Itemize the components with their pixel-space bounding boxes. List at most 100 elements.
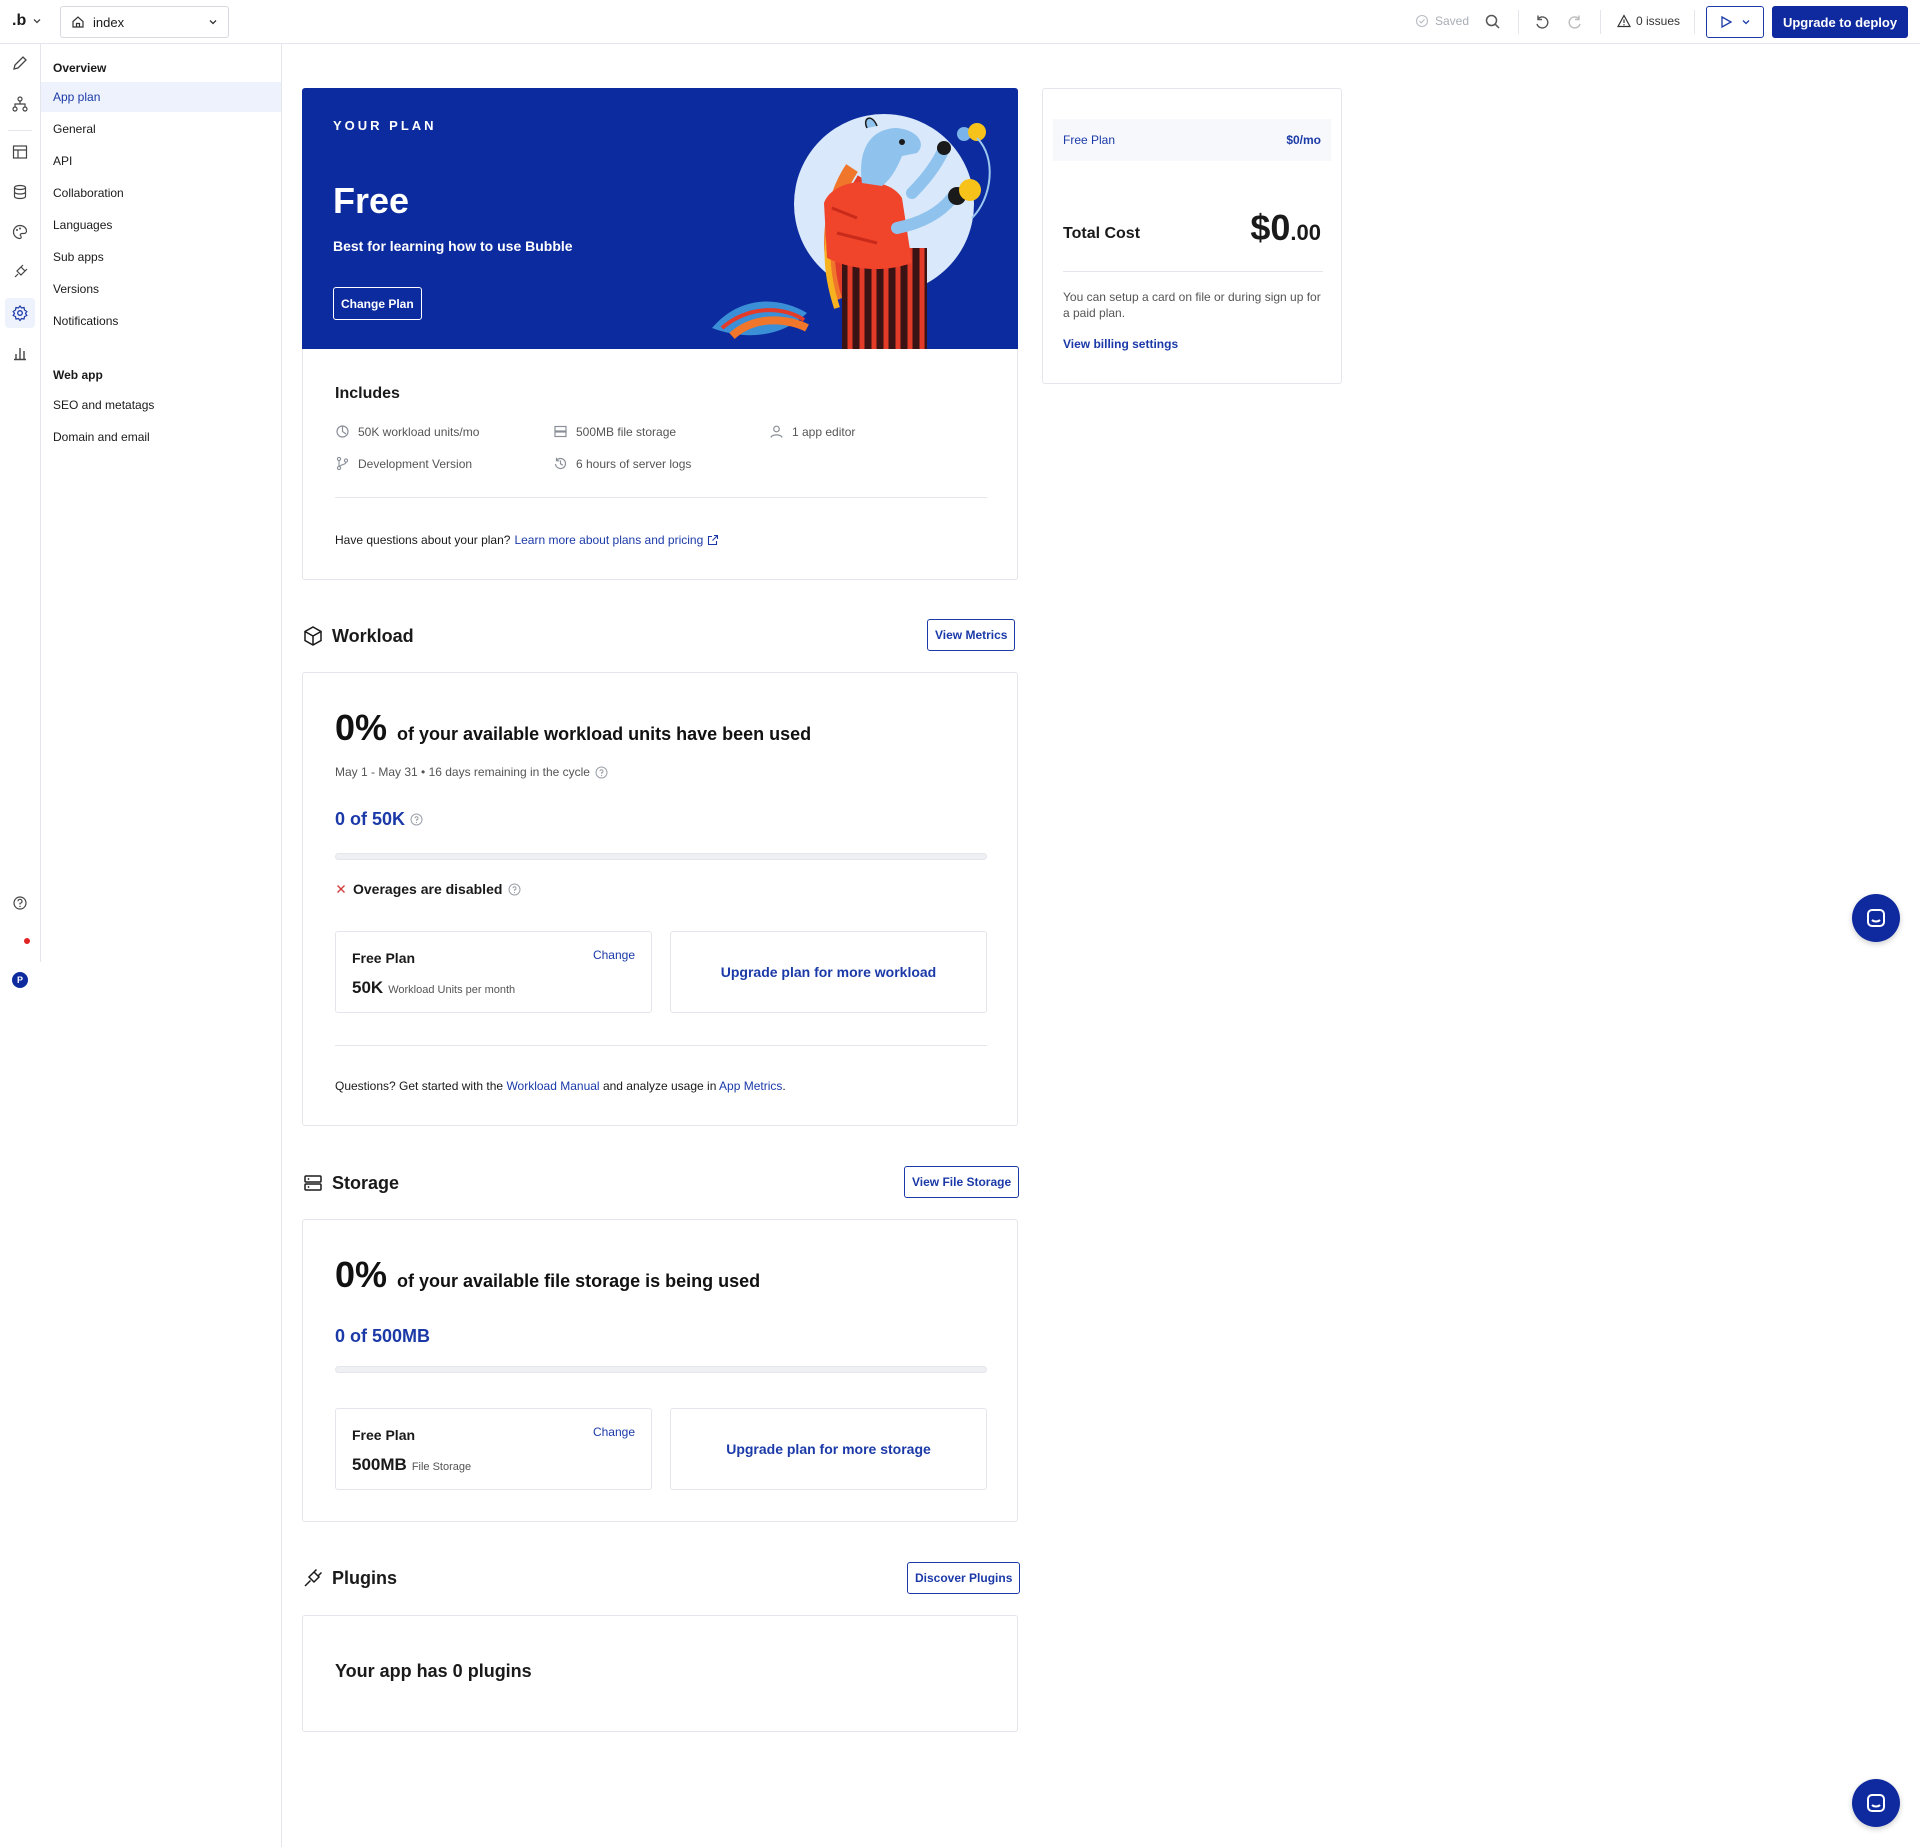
top-bar: .b index Saved 0 issues Upgrade to deplo… xyxy=(0,0,1920,44)
help-icon[interactable] xyxy=(595,766,608,779)
billing-note: You can setup a card on file or during s… xyxy=(1063,290,1321,320)
help-icon[interactable] xyxy=(508,883,521,896)
plugins-icon[interactable] xyxy=(11,263,29,281)
settings-icon[interactable] xyxy=(11,304,29,322)
sidebar-item-general[interactable]: General xyxy=(41,114,281,144)
plan-box-title: Free Plan xyxy=(352,1427,416,1443)
undo-icon[interactable] xyxy=(1533,13,1551,31)
settings-sidebar: Overview App plan General API Collaborat… xyxy=(41,44,282,1847)
plan-question-text: Have questions about your plan? xyxy=(335,533,511,547)
help-icon[interactable] xyxy=(11,894,29,912)
app-metrics-link[interactable]: App Metrics xyxy=(719,1079,782,1093)
workload-section-header: Workload xyxy=(302,625,414,647)
cube-icon xyxy=(304,626,322,646)
workload-title: Workload xyxy=(332,625,414,646)
sidebar-item-versions[interactable]: Versions xyxy=(41,274,281,304)
workload-progress-bar xyxy=(335,853,987,860)
view-billing-settings-link[interactable]: View billing settings xyxy=(1063,337,1178,351)
avatar[interactable]: P xyxy=(12,972,28,988)
redo-icon[interactable] xyxy=(1566,13,1584,31)
plans-pricing-link[interactable]: Learn more about plans and pricing xyxy=(514,533,703,547)
plan-box-title: Free Plan xyxy=(352,950,416,966)
workload-icon xyxy=(336,425,349,438)
workload-percent: 0% xyxy=(335,707,388,748)
page-selector-value: index xyxy=(93,14,125,30)
sidebar-item-api[interactable]: API xyxy=(41,146,281,176)
discover-plugins-button[interactable]: Discover Plugins xyxy=(907,1562,1021,1594)
summary-line-price: $0/mo xyxy=(1286,133,1321,147)
play-icon xyxy=(1721,15,1733,29)
workload-percent-text: of your available workload units have be… xyxy=(397,724,812,744)
storage-section-header: Storage xyxy=(302,1172,399,1194)
chat-launcher[interactable] xyxy=(1852,894,1900,942)
workload-manual-link[interactable]: Workload Manual xyxy=(506,1079,599,1093)
toolbar-divider xyxy=(1694,10,1695,34)
change-storage-link[interactable]: Change xyxy=(593,1425,635,1439)
plan-box-unit: Workload Units per month xyxy=(388,984,516,996)
user-icon xyxy=(770,425,783,438)
chat-icon xyxy=(1867,909,1885,927)
sidebar-item-languages[interactable]: Languages xyxy=(41,210,281,240)
sidebar-item-app-plan[interactable]: App plan xyxy=(41,82,281,112)
warning-icon xyxy=(1617,14,1631,28)
total-cost-value: $0 .00 xyxy=(1250,207,1321,249)
search-icon[interactable] xyxy=(1484,13,1502,31)
sidebar-item-sub-apps[interactable]: Sub apps xyxy=(41,242,281,272)
external-link-icon[interactable] xyxy=(707,534,719,546)
include-item: 6 hours of server logs xyxy=(553,456,691,471)
logs-icon[interactable] xyxy=(11,344,29,362)
workload-usage-headline: 0% of your available workload units have… xyxy=(335,707,811,749)
overage-text: Overages are disabled xyxy=(353,881,503,897)
workflow-icon[interactable] xyxy=(11,95,29,113)
help-icon[interactable] xyxy=(410,813,423,826)
storage-plan-box: Free Plan Change 500MB File Storage xyxy=(335,1408,652,1490)
include-text: 50K workload units/mo xyxy=(358,424,480,439)
app-logo-menu[interactable]: .b xyxy=(12,12,42,30)
change-workload-link[interactable]: Change xyxy=(593,948,635,962)
storage-percent: 0% xyxy=(335,1254,388,1295)
upgrade-workload-button[interactable]: Upgrade plan for more workload xyxy=(670,931,987,1013)
upgrade-to-deploy-button[interactable]: Upgrade to deploy xyxy=(1772,6,1908,38)
total-cost-cents: .00 xyxy=(1290,220,1321,245)
sidebar-item-notifications[interactable]: Notifications xyxy=(41,306,281,336)
workload-usage: 0 of 50K xyxy=(335,809,423,830)
plugins-title: Plugins xyxy=(332,1567,398,1588)
toolbar-divider xyxy=(1600,10,1601,34)
saved-check-icon xyxy=(1415,14,1429,28)
database-icon[interactable] xyxy=(11,183,29,201)
view-file-storage-button[interactable]: View File Storage xyxy=(904,1166,1020,1198)
plan-name: Free xyxy=(333,180,410,221)
page-selector[interactable]: index xyxy=(60,6,229,38)
sidebar-item-collaboration[interactable]: Collaboration xyxy=(41,178,281,208)
saved-label: Saved xyxy=(1435,14,1470,28)
workload-card: 0% of your available workload units have… xyxy=(302,672,1018,1126)
storage-icon xyxy=(554,425,567,438)
chevron-down-icon xyxy=(1742,20,1750,25)
styles-icon[interactable] xyxy=(11,223,29,241)
issues-indicator[interactable]: 0 issues xyxy=(1617,14,1680,28)
include-text: 1 app editor xyxy=(792,424,856,439)
data-icon[interactable] xyxy=(11,143,29,161)
upgrade-storage-button[interactable]: Upgrade plan for more storage xyxy=(670,1408,987,1490)
horse-mascot-illustration xyxy=(712,114,991,350)
footer-text: . xyxy=(782,1079,786,1093)
includes-divider xyxy=(335,497,987,498)
design-icon[interactable] xyxy=(11,54,29,72)
plan-box-number: 50K xyxy=(352,978,384,997)
sidebar-item-seo[interactable]: SEO and metatags xyxy=(41,390,281,420)
view-metrics-button[interactable]: View Metrics xyxy=(927,619,1016,651)
change-plan-button[interactable]: Change Plan xyxy=(333,287,422,320)
preview-button[interactable] xyxy=(1706,6,1764,38)
plan-question: Have questions about your plan? Learn mo… xyxy=(335,533,719,547)
includes-title: Includes xyxy=(335,385,400,402)
total-cost-label: Total Cost xyxy=(1063,225,1141,242)
sidebar-item-domain[interactable]: Domain and email xyxy=(41,422,281,452)
chat-launcher[interactable] xyxy=(1852,1779,1900,1827)
rail-divider xyxy=(8,130,32,131)
issues-label: 0 issues xyxy=(1636,14,1681,28)
billing-cycle-text: May 1 - May 31 • 16 days remaining in th… xyxy=(335,765,590,779)
storage-percent-text: of your available file storage is being … xyxy=(397,1271,761,1291)
include-text: 6 hours of server logs xyxy=(576,456,692,471)
chevron-down-icon xyxy=(209,20,217,25)
summary-line-item: Free Plan $0/mo xyxy=(1053,119,1331,161)
